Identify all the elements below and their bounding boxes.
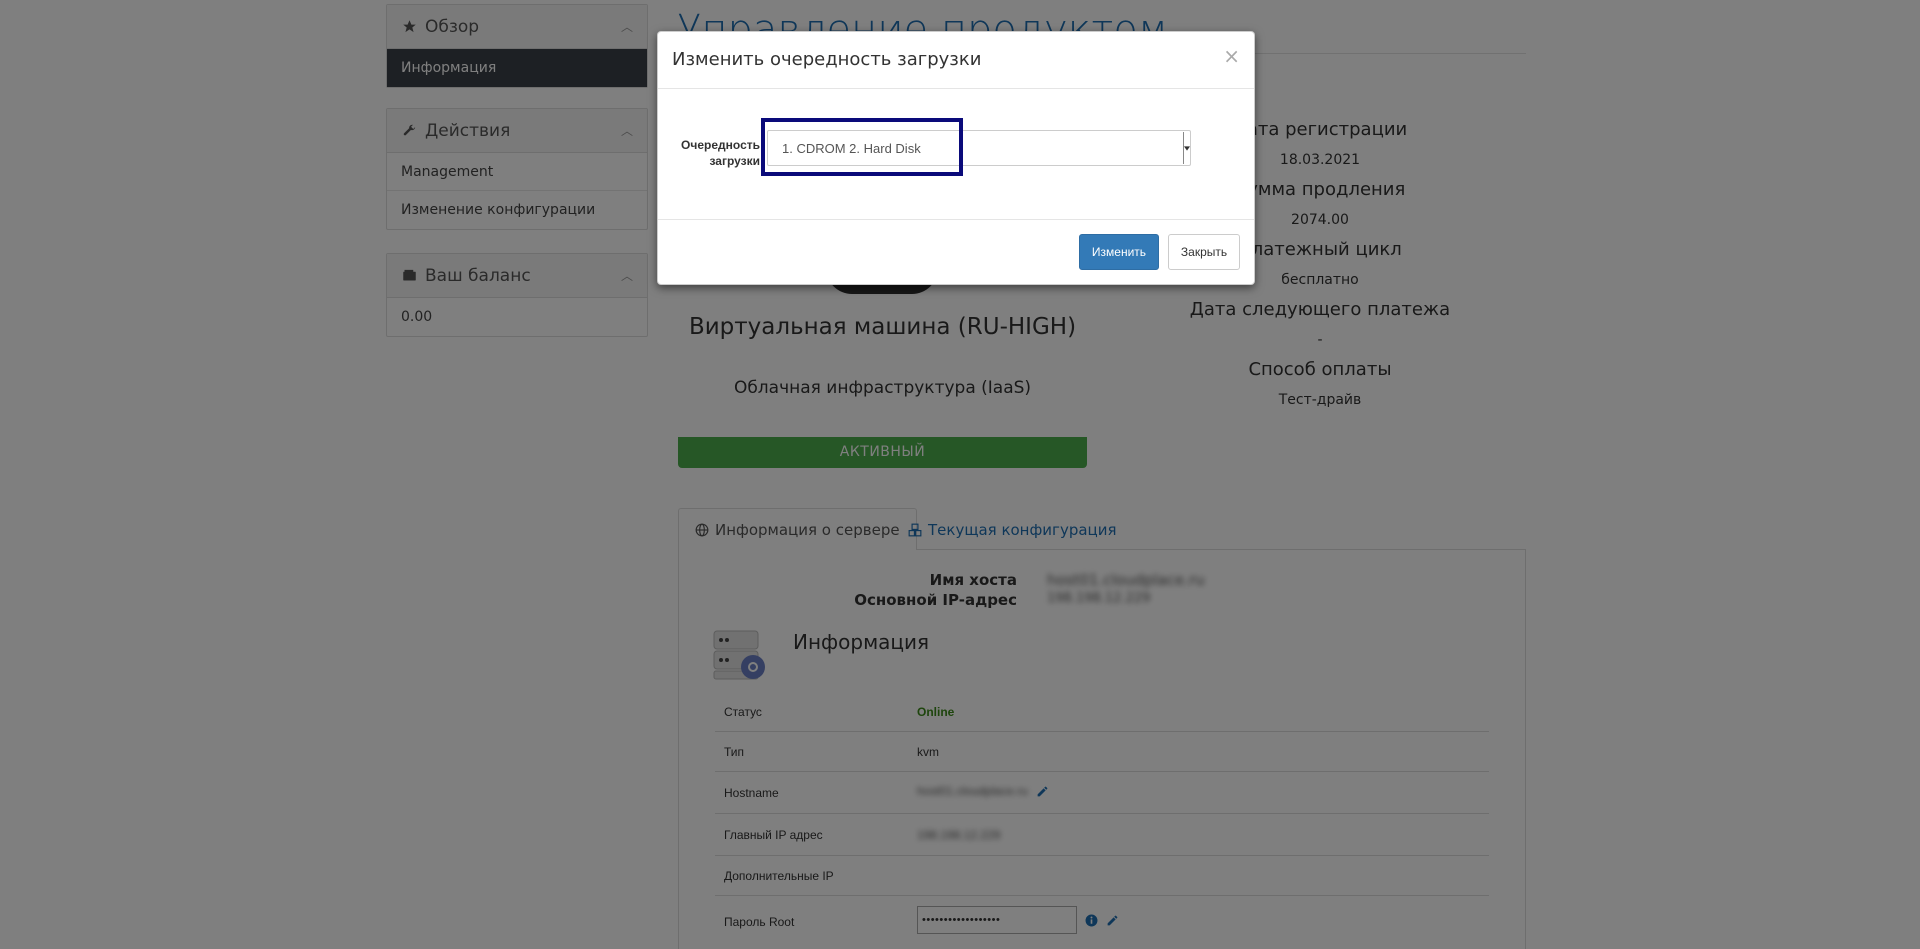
boot-order-label: Очередность загрузки [664, 137, 760, 169]
change-button[interactable]: Изменить [1079, 234, 1159, 270]
close-icon[interactable]: × [1223, 44, 1240, 68]
chevron-down-icon[interactable] [1183, 132, 1190, 164]
modal-header: Изменить очередность загрузки × [658, 32, 1254, 89]
modal-footer: Изменить Закрыть [658, 220, 1254, 286]
close-button[interactable]: Закрыть [1168, 234, 1240, 270]
modal-body: Очередность загрузки 1. CDROM 2. Hard Di… [658, 89, 1254, 220]
boot-order-label-line1: Очередность [681, 138, 760, 152]
boot-order-label-line2: загрузки [709, 154, 760, 168]
boot-order-modal: Изменить очередность загрузки × Очередно… [657, 31, 1255, 285]
highlight-box [761, 118, 963, 176]
modal-title: Изменить очередность загрузки [672, 49, 982, 70]
